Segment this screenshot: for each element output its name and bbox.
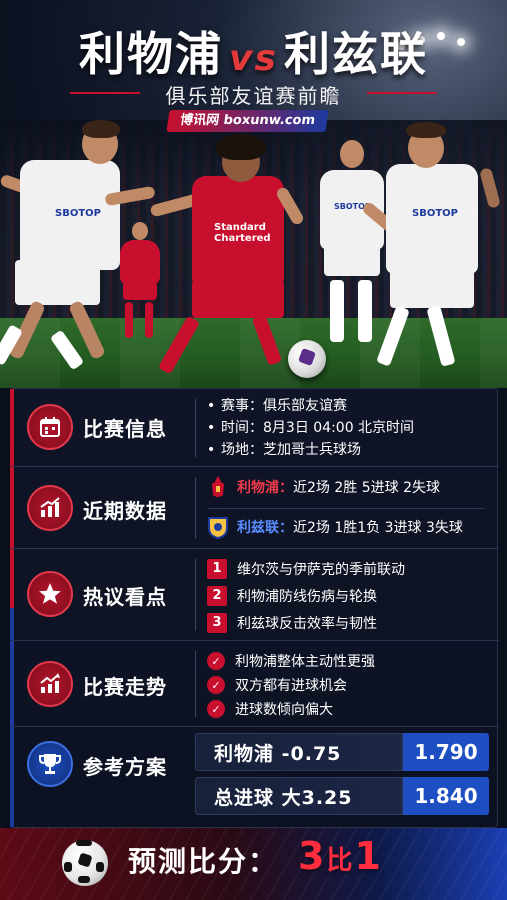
liverpool-crest-icon xyxy=(207,475,229,499)
divider xyxy=(195,651,196,717)
odds-option[interactable]: 总进球 大3.25 1.840 xyxy=(195,777,489,815)
trend-text: 利物浦整体主动性更强 xyxy=(235,654,375,670)
odds-value: 1.840 xyxy=(403,777,489,815)
section-talking-points: 热议看点 1 维尔茨与伊萨克的季前联动 2 利物浦防线伤病与轮换 3 利兹球反击… xyxy=(11,549,499,641)
away-form: 利兹联： 近2场 1胜1负 3进球 3失球 xyxy=(207,515,463,539)
talking-points-title: 热议看点 xyxy=(83,585,167,609)
subtitle: 俱乐部友谊赛前瞻 xyxy=(165,84,342,108)
match-ball xyxy=(288,340,326,378)
hero-banner: SBOTOP Standard Chartered SBOTOP SBOTOP … xyxy=(0,0,507,388)
home-form-stats: 近2场 2胜 5进球 2失球 xyxy=(293,480,440,496)
subtitle-bar: 俱乐部友谊赛前瞻 xyxy=(0,80,507,109)
recent-form-title: 近期数据 xyxy=(83,499,167,523)
odds-option[interactable]: 利物浦 -0.75 1.790 xyxy=(195,733,489,771)
match-info-event: 赛事：俱乐部友谊赛 xyxy=(207,395,414,417)
trend-up-icon xyxy=(27,661,73,707)
football-icon xyxy=(62,840,108,886)
divider xyxy=(195,477,196,539)
reference-title: 参考方案 xyxy=(83,755,167,779)
list-item: 1 维尔茨与伊萨克的季前联动 xyxy=(207,555,405,582)
talking-point-text: 利物浦防线伤病与轮换 xyxy=(237,588,377,605)
number-badge: 2 xyxy=(207,585,227,606)
score-separator: 比 xyxy=(326,846,353,876)
check-icon: ✓ xyxy=(207,676,225,694)
match-info-time: 时间：8月3日 04:00 北京时间 xyxy=(207,417,414,439)
calendar-icon xyxy=(27,404,73,450)
vs-label: vs xyxy=(229,38,278,79)
away-form-stats: 近2场 1胜1负 3进球 3失球 xyxy=(293,520,463,536)
check-icon: ✓ xyxy=(207,652,225,670)
section-recent-form: 近期数据 利物浦： 近2场 2胜 5进球 2失球 利兹联： 近2场 1胜1负 3… xyxy=(11,467,499,549)
divider xyxy=(195,399,196,457)
prediction-footer: 预测比分： 3比1 xyxy=(0,828,507,900)
away-score: 1 xyxy=(354,834,381,878)
talking-points-list: 1 维尔茨与伊萨克的季前联动 2 利物浦防线伤病与轮换 3 利兹球反击效率与韧性 xyxy=(207,555,405,636)
talking-point-text: 利兹球反击效率与韧性 xyxy=(237,615,377,632)
list-item: ✓ 进球数倾向偏大 xyxy=(207,697,375,721)
odds-value: 1.790 xyxy=(403,733,489,771)
divider xyxy=(195,559,196,631)
check-icon: ✓ xyxy=(207,700,225,718)
match-info-venue: 场地：芝加哥士兵球场 xyxy=(207,439,414,461)
trend-text: 双方都有进球机会 xyxy=(235,678,347,694)
prediction-label: 预测比分： xyxy=(128,845,279,878)
home-form: 利物浦： 近2场 2胜 5进球 2失球 xyxy=(207,475,440,499)
away-team-title: 利兹联 xyxy=(283,27,428,81)
player-white-right: SBOTOP xyxy=(360,122,505,378)
divider xyxy=(207,508,485,509)
talking-point-text: 维尔茨与伊萨克的季前联动 xyxy=(237,561,405,578)
home-score: 3 xyxy=(298,834,325,878)
trend-title: 比赛走势 xyxy=(83,675,167,699)
section-trend: 比赛走势 ✓ 利物浦整体主动性更强 ✓ 双方都有进球机会 ✓ 进球数倾向偏大 xyxy=(11,641,499,727)
section-reference: 参考方案 利物浦 -0.75 1.790 总进球 大3.25 1.840 xyxy=(11,727,499,827)
leeds-crest-icon xyxy=(207,515,229,539)
list-item: ✓ 利物浦整体主动性更强 xyxy=(207,649,375,673)
list-item: 3 利兹球反击效率与韧性 xyxy=(207,609,405,636)
trophy-icon xyxy=(27,741,73,787)
home-team-title: 利物浦 xyxy=(79,27,224,81)
predicted-score: 3比1 xyxy=(298,834,381,878)
list-item: 2 利物浦防线伤病与轮换 xyxy=(207,582,405,609)
match-title: 利物浦 vs 利兹联 xyxy=(0,18,507,84)
player-red-center: Standard Chartered xyxy=(149,134,310,380)
trend-text: 进球数倾向偏大 xyxy=(235,702,333,718)
match-info-title: 比赛信息 xyxy=(83,417,167,441)
home-form-team: 利物浦： xyxy=(237,480,293,496)
number-badge: 3 xyxy=(207,612,227,633)
odds-label: 利物浦 -0.75 xyxy=(195,733,403,771)
info-panel: 比赛信息 赛事：俱乐部友谊赛 时间：8月3日 04:00 北京时间 场地：芝加哥… xyxy=(10,388,499,828)
site-badge[interactable]: 博讯网 boxunw.com xyxy=(166,110,329,132)
trend-list: ✓ 利物浦整体主动性更强 ✓ 双方都有进球机会 ✓ 进球数倾向偏大 xyxy=(207,649,375,721)
star-icon xyxy=(27,571,73,617)
away-form-team: 利兹联： xyxy=(237,520,293,536)
number-badge: 1 xyxy=(207,558,227,579)
section-match-info: 比赛信息 赛事：俱乐部友谊赛 时间：8月3日 04:00 北京时间 场地：芝加哥… xyxy=(11,389,499,467)
odds-label: 总进球 大3.25 xyxy=(195,777,403,815)
bar-chart-icon xyxy=(27,485,73,531)
list-item: ✓ 双方都有进球机会 xyxy=(207,673,375,697)
match-info-list: 赛事：俱乐部友谊赛 时间：8月3日 04:00 北京时间 场地：芝加哥士兵球场 xyxy=(207,395,414,461)
